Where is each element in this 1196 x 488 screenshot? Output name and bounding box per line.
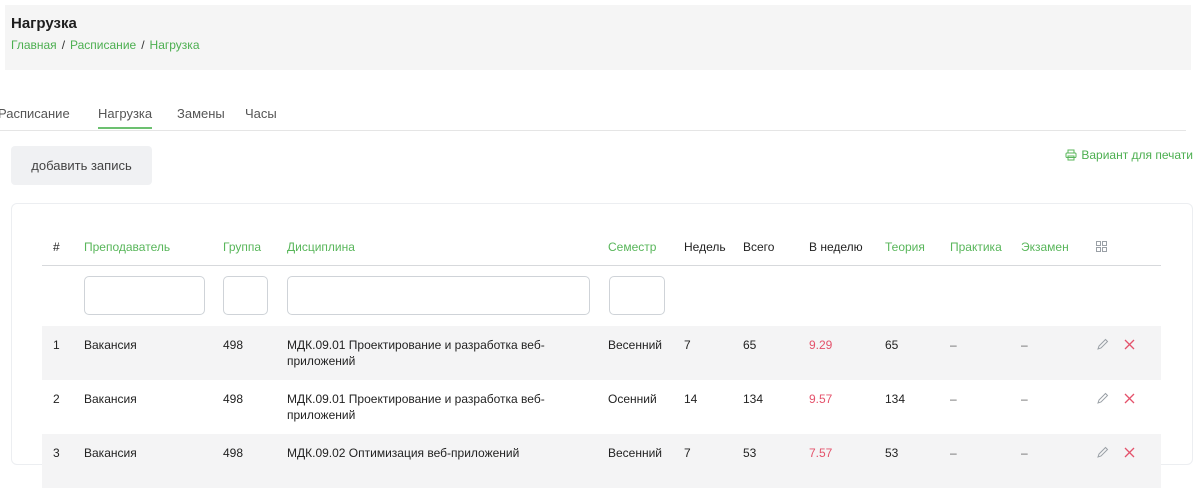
- teacher-cell: Вакансия: [84, 392, 137, 406]
- row-number: 3: [53, 446, 60, 460]
- table-row: [42, 326, 1161, 380]
- group-filter-input[interactable]: [223, 276, 268, 315]
- total-cell: 134: [743, 392, 764, 406]
- theory-cell: 65: [885, 338, 899, 352]
- print-version-label: Вариант для печати: [1081, 148, 1193, 162]
- pencil-icon[interactable]: [1096, 446, 1109, 459]
- per-week-cell: 7.57: [809, 446, 833, 460]
- col-header-number: #: [53, 240, 60, 254]
- exam-cell: –: [1021, 338, 1028, 352]
- delete-icon[interactable]: [1123, 392, 1136, 405]
- table-row: [42, 434, 1161, 488]
- group-cell: 498: [223, 338, 244, 352]
- col-header-teacher[interactable]: Преподаватель: [84, 240, 170, 254]
- semester-cell: Весенний: [608, 338, 663, 352]
- tab-replacements[interactable]: Замены: [177, 106, 225, 121]
- breadcrumb-schedule-link[interactable]: Расписание: [70, 38, 136, 52]
- table-row: [42, 380, 1161, 434]
- page-header: Нагрузка Главная / Расписание / Нагрузка: [5, 5, 1191, 70]
- practice-cell: –: [950, 392, 957, 406]
- print-version-link[interactable]: Вариант для печати: [1065, 148, 1193, 162]
- page-title: Нагрузка: [11, 15, 77, 32]
- breadcrumb: Главная / Расписание / Нагрузка: [11, 38, 200, 52]
- tab-bar: Расписание Нагрузка Замены Часы: [0, 97, 1186, 131]
- weeks-cell: 7: [684, 446, 691, 460]
- exam-cell: –: [1021, 392, 1028, 406]
- breadcrumb-home-link[interactable]: Главная: [11, 38, 57, 52]
- col-header-total: Всего: [743, 240, 775, 254]
- teacher-cell: Вакансия: [84, 446, 137, 460]
- practice-cell: –: [950, 338, 957, 352]
- delete-icon[interactable]: [1123, 338, 1136, 351]
- total-cell: 65: [743, 338, 757, 352]
- discipline-cell-line2: приложений: [287, 354, 356, 368]
- tab-hours[interactable]: Часы: [245, 106, 277, 121]
- add-record-button[interactable]: добавить запись: [11, 146, 152, 185]
- semester-filter-input[interactable]: [609, 276, 665, 315]
- col-header-exam[interactable]: Экзамен: [1021, 240, 1069, 254]
- discipline-filter-input[interactable]: [287, 276, 590, 315]
- discipline-cell-line1: МДК.09.02 Оптимизация веб-приложений: [287, 446, 520, 460]
- printer-icon: [1065, 149, 1077, 161]
- total-cell: 53: [743, 446, 757, 460]
- col-header-semester[interactable]: Семестр: [608, 240, 656, 254]
- col-header-group[interactable]: Группа: [223, 240, 261, 254]
- group-cell: 498: [223, 392, 244, 406]
- header-divider: [42, 265, 1161, 266]
- col-header-weeks: Недель: [684, 240, 726, 254]
- practice-cell: –: [950, 446, 957, 460]
- breadcrumb-current: Нагрузка: [149, 38, 200, 52]
- tab-load[interactable]: Нагрузка: [98, 106, 153, 129]
- exam-cell: –: [1021, 446, 1028, 460]
- theory-cell: 53: [885, 446, 899, 460]
- row-number: 2: [53, 392, 60, 406]
- semester-cell: Осенний: [608, 392, 657, 406]
- discipline-cell-line1: МДК.09.01 Проектирование и разработка ве…: [287, 392, 545, 406]
- col-header-practice[interactable]: Практика: [950, 240, 1002, 254]
- teacher-cell: Вакансия: [84, 338, 137, 352]
- per-week-cell: 9.57: [809, 392, 833, 406]
- theory-cell: 134: [885, 392, 906, 406]
- row-number: 1: [53, 338, 60, 352]
- delete-icon[interactable]: [1123, 446, 1136, 459]
- weeks-cell: 14: [684, 392, 698, 406]
- column-settings-icon[interactable]: [1096, 241, 1107, 252]
- per-week-cell: 9.29: [809, 338, 833, 352]
- tab-schedule[interactable]: Расписание: [0, 106, 70, 121]
- teacher-filter-input[interactable]: [84, 276, 205, 315]
- semester-cell: Весенний: [608, 446, 663, 460]
- discipline-cell-line1: МДК.09.01 Проектирование и разработка ве…: [287, 338, 545, 352]
- col-header-theory[interactable]: Теория: [885, 240, 925, 254]
- pencil-icon[interactable]: [1096, 338, 1109, 351]
- col-header-discipline[interactable]: Дисциплина: [287, 240, 355, 254]
- discipline-cell-line2: приложений: [287, 408, 356, 422]
- weeks-cell: 7: [684, 338, 691, 352]
- pencil-icon[interactable]: [1096, 392, 1109, 405]
- group-cell: 498: [223, 446, 244, 460]
- col-header-per-week: В неделю: [809, 240, 863, 254]
